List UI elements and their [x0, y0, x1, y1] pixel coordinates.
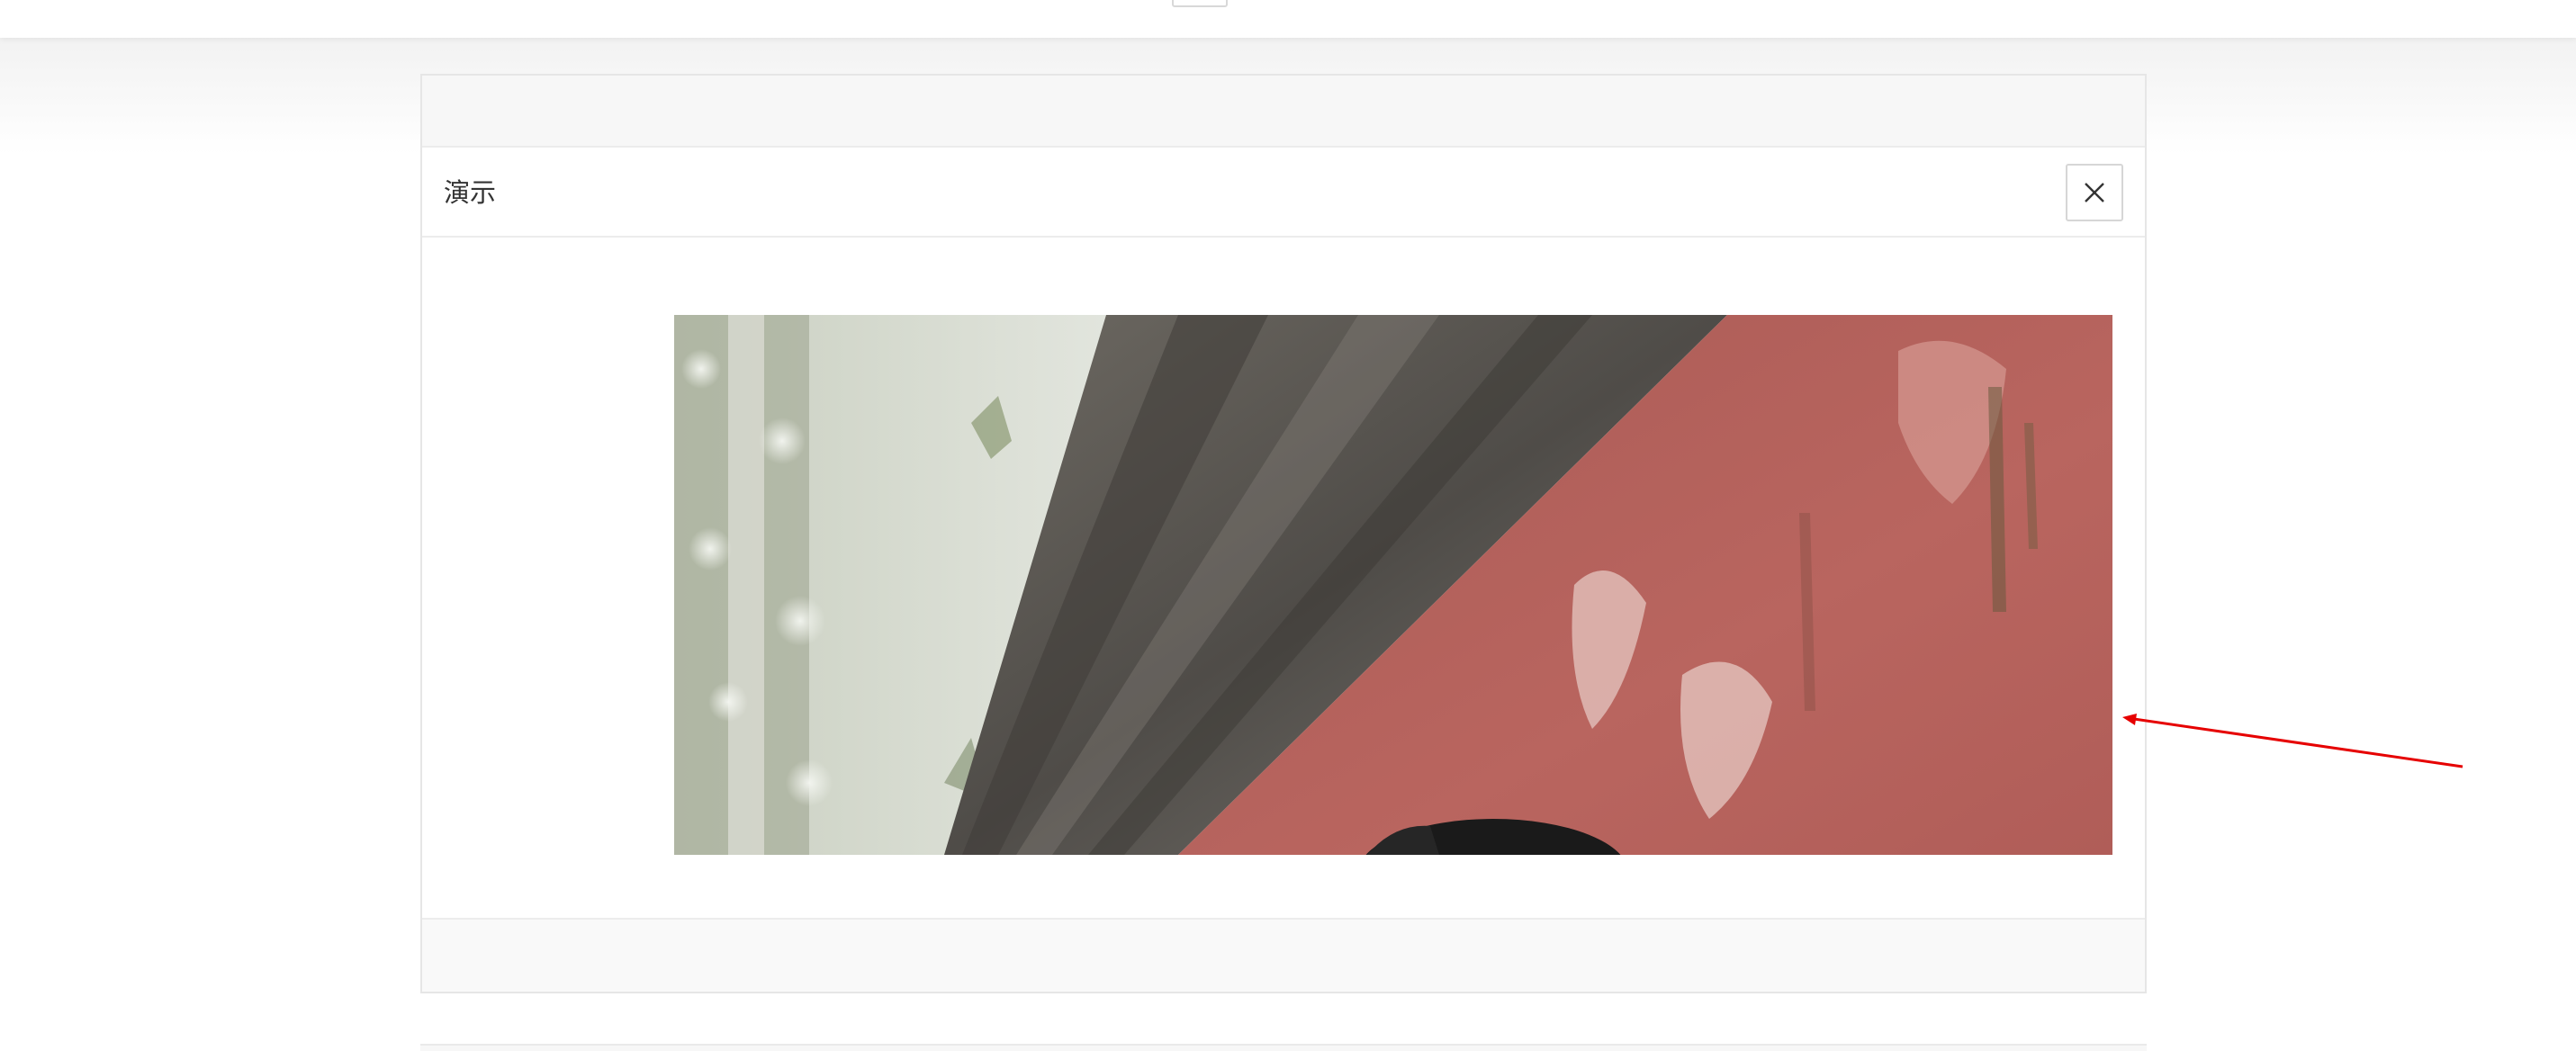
photo-image: [674, 315, 2112, 855]
panel-title: 演示: [444, 177, 497, 208]
photo-artwork: [674, 315, 2112, 855]
close-icon: [2085, 183, 2104, 202]
nav-toggle-button[interactable]: [1172, 0, 1228, 7]
panel-top-strip: [422, 76, 2145, 148]
arrow-icon: [2122, 714, 2463, 768]
top-bar: [0, 0, 2576, 38]
panel-header: 演示: [422, 148, 2145, 238]
close-button[interactable]: [2066, 164, 2123, 221]
next-panel-edge: [420, 1044, 2147, 1051]
demo-panel: 演示: [420, 74, 2147, 993]
panel-footer: [422, 918, 2145, 992]
panel-body: [422, 238, 2145, 921]
